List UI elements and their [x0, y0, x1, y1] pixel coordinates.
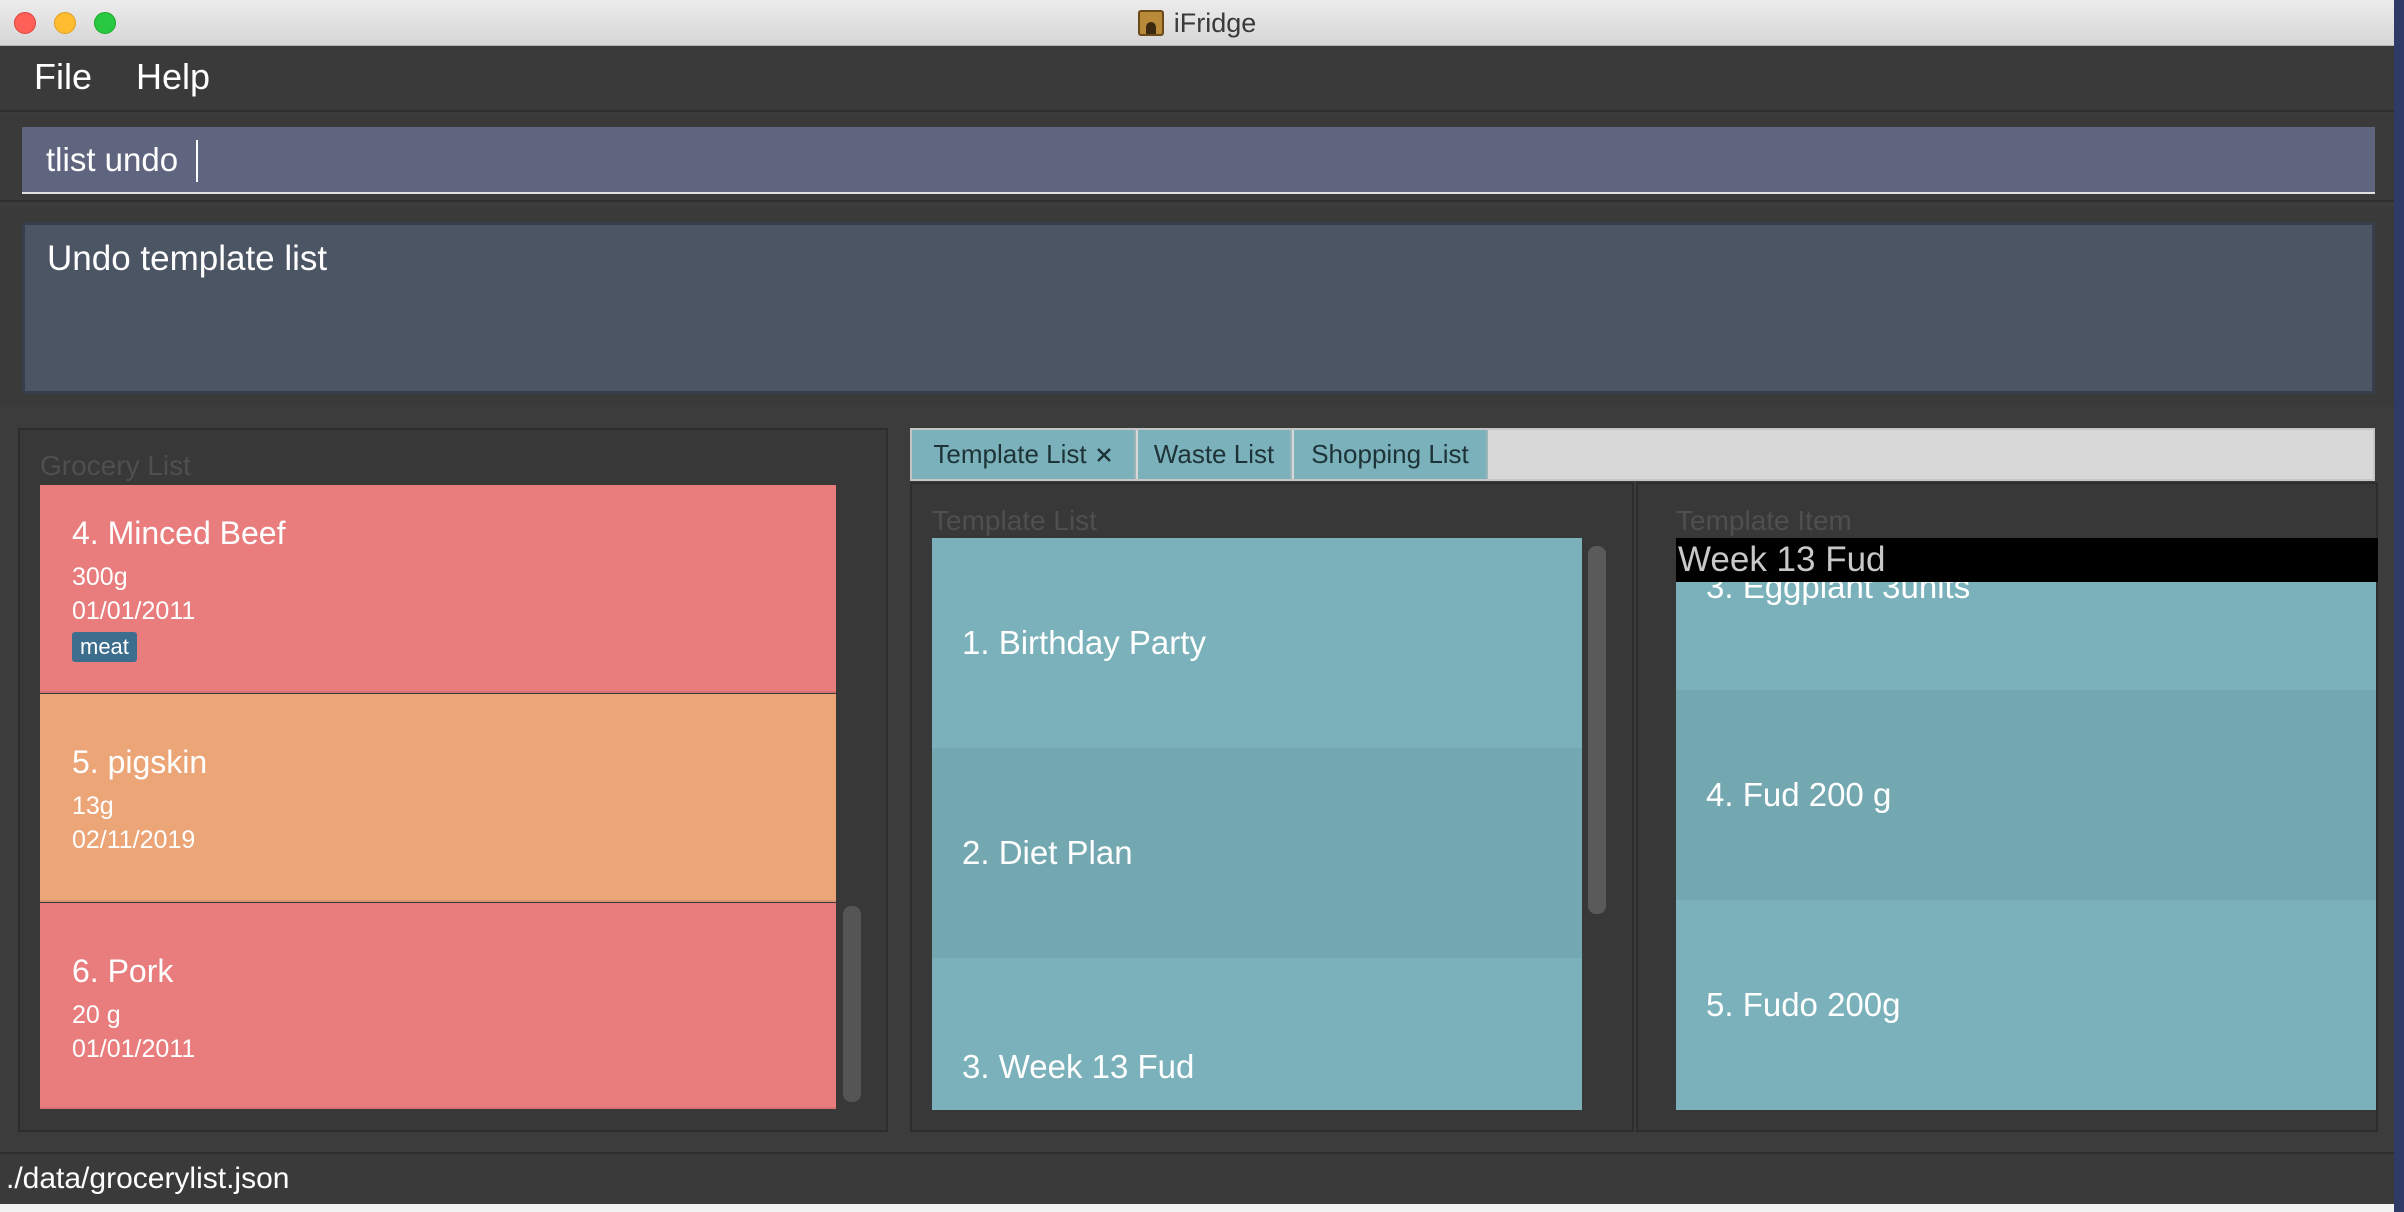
- menu-file[interactable]: File: [34, 56, 92, 98]
- template-item-row-label: 5. Fudo 200g: [1706, 986, 1901, 1023]
- template-list-title: Template List: [932, 505, 1097, 536]
- template-item-row-label: 4. Fud 200 g: [1706, 776, 1892, 813]
- grocery-item-name: 4. Minced Beef: [72, 515, 286, 551]
- grocery-item-amount: 13g: [72, 792, 114, 820]
- desktop-edge: [2394, 0, 2404, 1212]
- tab-template-list[interactable]: Template List: [912, 430, 1136, 479]
- template-list-scrollbar[interactable]: [1588, 546, 1606, 914]
- grocery-item[interactable]: 4. Minced Beef 300g 01/01/2011 meat: [40, 485, 836, 693]
- desktop-bottom-edge: [0, 1204, 2394, 1212]
- template-list-item[interactable]: 2. Diet Plan: [932, 748, 1582, 958]
- status-bar: ./data/grocerylist.json: [0, 1152, 2394, 1204]
- close-icon[interactable]: [1095, 446, 1113, 464]
- grocery-item-tag: meat: [72, 632, 137, 662]
- grocery-item-name: 6. Pork: [72, 953, 174, 989]
- tab-shopping-list-label: Shopping List: [1311, 439, 1469, 469]
- template-item-row[interactable]: 4. Fud 200 g: [1676, 690, 2376, 900]
- template-item-row[interactable]: 5. Fudo 200g: [1676, 900, 2376, 1110]
- grocery-item-date: 01/01/2011: [72, 597, 196, 625]
- grocery-item-amount: 300g: [72, 563, 128, 591]
- tab-template-list-label: Template List: [933, 439, 1087, 469]
- template-item-title: Template Item: [1676, 505, 1852, 536]
- window-title-group: iFridge: [0, 0, 2394, 46]
- window-title: iFridge: [1173, 7, 1257, 38]
- template-list-item-label: 3. Week 13 Fud: [962, 1048, 1195, 1085]
- template-list-item[interactable]: 3. Week 13 Fud: [932, 958, 1582, 1110]
- grocery-item-date: 02/11/2019: [72, 826, 196, 854]
- text-caret: [196, 140, 198, 182]
- grocery-item[interactable]: 5. pigskin 13g 02/11/2019: [40, 694, 836, 902]
- grocery-item-name: 5. pigskin: [72, 744, 208, 780]
- tab-waste-list[interactable]: Waste List: [1138, 430, 1292, 479]
- status-file-path: ./data/grocerylist.json: [6, 1162, 290, 1195]
- grocery-item[interactable]: 6. Pork 20 g 01/01/2011: [40, 903, 836, 1109]
- grocery-item-date: 01/01/2011: [72, 1035, 196, 1063]
- tab-shopping-list[interactable]: Shopping List: [1294, 430, 1488, 479]
- command-input[interactable]: [22, 127, 2375, 194]
- template-list-item-label: 1. Birthday Party: [962, 624, 1206, 661]
- menu-help[interactable]: Help: [136, 56, 210, 98]
- app-icon: [1137, 10, 1164, 36]
- template-name-heading: Week 13 Fud: [1676, 538, 2378, 582]
- grocery-item-amount: 20 g: [72, 1001, 121, 1029]
- grocery-scrollbar[interactable]: [843, 906, 861, 1102]
- menu-bar: [0, 46, 2394, 112]
- tab-waste-list-label: Waste List: [1153, 439, 1275, 469]
- template-list-item-label: 2. Diet Plan: [962, 834, 1133, 871]
- grocery-list-title: Grocery List: [40, 450, 191, 481]
- result-display: Undo template list: [22, 222, 2375, 394]
- template-list-item[interactable]: 1. Birthday Party: [932, 538, 1582, 748]
